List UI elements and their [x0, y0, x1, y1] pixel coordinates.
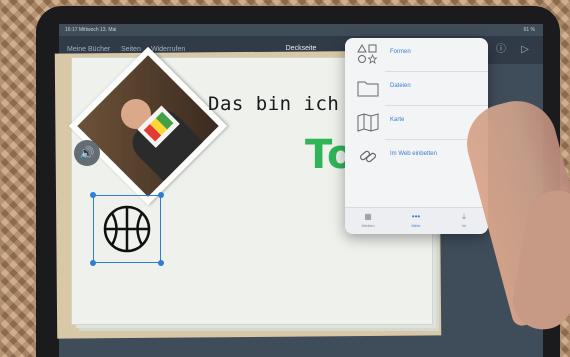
menu-label-files: Dateien — [390, 83, 411, 89]
shapes-icon — [357, 44, 378, 64]
page-heading[interactable]: Das bin ich — [208, 93, 339, 115]
basketball-icon — [103, 205, 151, 253]
resize-handle[interactable] — [90, 260, 96, 266]
link-icon — [359, 150, 377, 163]
more-icon: ••• — [411, 212, 421, 221]
menu-label-shapes: Formen — [390, 49, 411, 55]
resize-handle[interactable] — [158, 260, 164, 266]
menu-item-map[interactable]: Karte — [345, 106, 488, 139]
speaker-icon[interactable]: 🔊 — [74, 140, 100, 166]
media-icon: ▦ — [364, 212, 372, 221]
status-battery: 61 % — [523, 27, 535, 33]
import-icon: ⤓ — [462, 212, 466, 221]
popover-tab-bar: ▦ Medien ••• Mehr ⤓ Im — [345, 207, 488, 234]
menu-item-files[interactable]: Dateien — [345, 72, 488, 105]
resize-handle[interactable] — [90, 192, 96, 198]
menu-item-shapes[interactable]: Formen — [345, 38, 488, 71]
tab-import[interactable]: ⤓ Im — [447, 212, 481, 228]
status-time: 16:17 Mittwoch 13. Mai — [65, 27, 117, 33]
play-icon[interactable]: ▷ — [519, 44, 531, 56]
status-bar: 16:17 Mittwoch 13. Mai 61 % — [59, 24, 543, 36]
menu-label-map: Karte — [390, 117, 405, 123]
basketball-selection[interactable] — [90, 192, 164, 266]
menu-label-embed-web: Im Web einbetten — [390, 151, 437, 157]
folder-icon — [357, 81, 379, 97]
tab-more[interactable]: ••• Mehr — [399, 212, 433, 228]
tab-media[interactable]: ▦ Medien — [351, 212, 385, 228]
resize-handle[interactable] — [158, 192, 164, 198]
map-icon — [357, 113, 379, 132]
info-icon[interactable]: ⓘ — [495, 44, 507, 56]
